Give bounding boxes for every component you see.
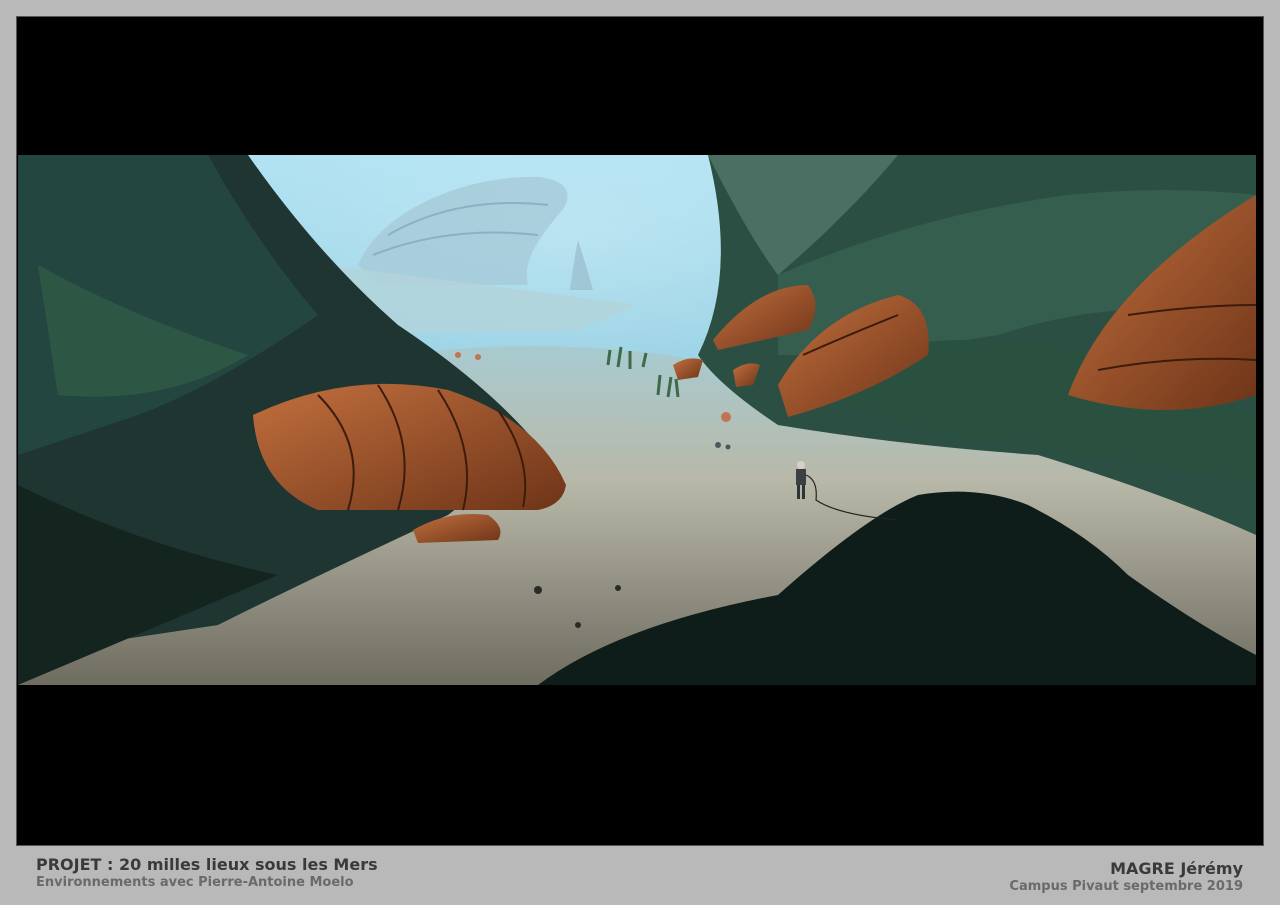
author-caption: MAGRE Jérémy Campus Pivaut septembre 201… — [1009, 859, 1243, 896]
underwater-scene-painting — [18, 155, 1256, 685]
project-subtitle: Environnements avec Pierre-Antoine Moelo — [36, 875, 354, 890]
project-caption: PROJET : 20 milles lieux sous les Mers E… — [36, 855, 378, 892]
author-name: MAGRE Jérémy — [1110, 859, 1243, 878]
underwater-scene-illustration — [18, 155, 1256, 685]
project-title: PROJET : 20 milles lieux sous les Mers — [36, 855, 378, 874]
author-campus: Campus Pivaut septembre 2019 — [1009, 879, 1243, 894]
